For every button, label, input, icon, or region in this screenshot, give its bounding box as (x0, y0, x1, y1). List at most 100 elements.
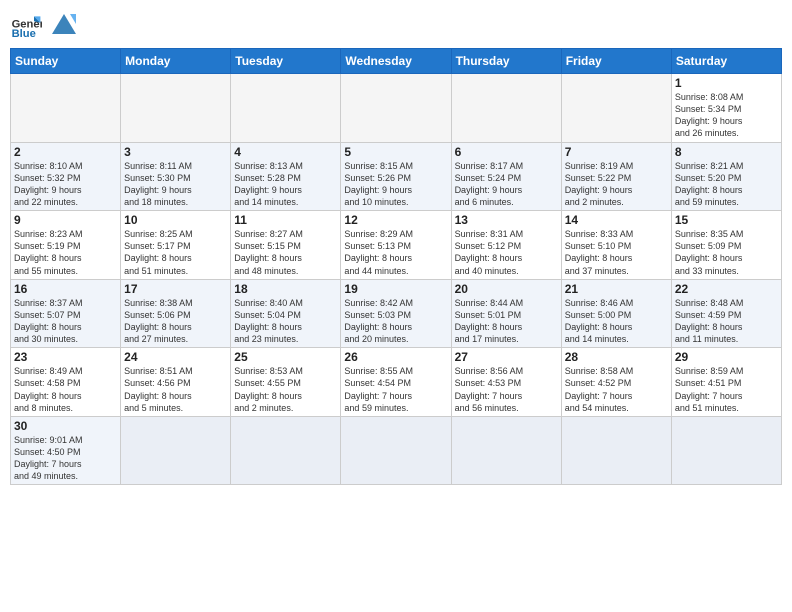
calendar-day-header: Sunday (11, 49, 121, 74)
day-info: Sunrise: 8:29 AM Sunset: 5:13 PM Dayligh… (344, 228, 447, 277)
calendar-day-cell (121, 416, 231, 485)
day-number: 25 (234, 350, 337, 364)
calendar-week-row: 2Sunrise: 8:10 AM Sunset: 5:32 PM Daylig… (11, 142, 782, 211)
day-number: 13 (455, 213, 558, 227)
day-number: 6 (455, 145, 558, 159)
calendar-day-cell (231, 416, 341, 485)
calendar-day-cell: 1Sunrise: 8:08 AM Sunset: 5:34 PM Daylig… (671, 74, 781, 143)
day-info: Sunrise: 8:48 AM Sunset: 4:59 PM Dayligh… (675, 297, 778, 346)
day-info: Sunrise: 8:56 AM Sunset: 4:53 PM Dayligh… (455, 365, 558, 414)
calendar-day-cell: 25Sunrise: 8:53 AM Sunset: 4:55 PM Dayli… (231, 348, 341, 417)
day-info: Sunrise: 8:27 AM Sunset: 5:15 PM Dayligh… (234, 228, 337, 277)
day-number: 24 (124, 350, 227, 364)
day-number: 1 (675, 76, 778, 90)
calendar-day-cell: 2Sunrise: 8:10 AM Sunset: 5:32 PM Daylig… (11, 142, 121, 211)
calendar-week-row: 30Sunrise: 9:01 AM Sunset: 4:50 PM Dayli… (11, 416, 782, 485)
day-number: 17 (124, 282, 227, 296)
day-number: 28 (565, 350, 668, 364)
day-number: 7 (565, 145, 668, 159)
day-number: 15 (675, 213, 778, 227)
svg-text:Blue: Blue (12, 28, 36, 40)
calendar-day-cell: 17Sunrise: 8:38 AM Sunset: 5:06 PM Dayli… (121, 279, 231, 348)
calendar-day-cell (11, 74, 121, 143)
calendar-day-cell: 7Sunrise: 8:19 AM Sunset: 5:22 PM Daylig… (561, 142, 671, 211)
day-info: Sunrise: 8:13 AM Sunset: 5:28 PM Dayligh… (234, 160, 337, 209)
day-number: 9 (14, 213, 117, 227)
day-number: 12 (344, 213, 447, 227)
day-number: 14 (565, 213, 668, 227)
day-number: 11 (234, 213, 337, 227)
calendar-day-cell: 27Sunrise: 8:56 AM Sunset: 4:53 PM Dayli… (451, 348, 561, 417)
calendar-day-cell: 30Sunrise: 9:01 AM Sunset: 4:50 PM Dayli… (11, 416, 121, 485)
calendar-day-cell (231, 74, 341, 143)
calendar-day-cell (341, 74, 451, 143)
calendar-day-cell: 13Sunrise: 8:31 AM Sunset: 5:12 PM Dayli… (451, 211, 561, 280)
calendar-day-cell: 19Sunrise: 8:42 AM Sunset: 5:03 PM Dayli… (341, 279, 451, 348)
day-number: 4 (234, 145, 337, 159)
header: General Blue (10, 10, 782, 42)
calendar-day-cell: 8Sunrise: 8:21 AM Sunset: 5:20 PM Daylig… (671, 142, 781, 211)
calendar-day-cell: 18Sunrise: 8:40 AM Sunset: 5:04 PM Dayli… (231, 279, 341, 348)
calendar-day-header: Tuesday (231, 49, 341, 74)
calendar-week-row: 1Sunrise: 8:08 AM Sunset: 5:34 PM Daylig… (11, 74, 782, 143)
calendar-day-cell (671, 416, 781, 485)
day-info: Sunrise: 8:21 AM Sunset: 5:20 PM Dayligh… (675, 160, 778, 209)
calendar-day-cell: 21Sunrise: 8:46 AM Sunset: 5:00 PM Dayli… (561, 279, 671, 348)
day-number: 16 (14, 282, 117, 296)
day-info: Sunrise: 8:19 AM Sunset: 5:22 PM Dayligh… (565, 160, 668, 209)
calendar-day-cell: 24Sunrise: 8:51 AM Sunset: 4:56 PM Dayli… (121, 348, 231, 417)
calendar-day-cell: 4Sunrise: 8:13 AM Sunset: 5:28 PM Daylig… (231, 142, 341, 211)
calendar-day-cell: 10Sunrise: 8:25 AM Sunset: 5:17 PM Dayli… (121, 211, 231, 280)
day-number: 19 (344, 282, 447, 296)
calendar-day-cell: 12Sunrise: 8:29 AM Sunset: 5:13 PM Dayli… (341, 211, 451, 280)
calendar-week-row: 16Sunrise: 8:37 AM Sunset: 5:07 PM Dayli… (11, 279, 782, 348)
day-info: Sunrise: 8:40 AM Sunset: 5:04 PM Dayligh… (234, 297, 337, 346)
day-info: Sunrise: 8:08 AM Sunset: 5:34 PM Dayligh… (675, 91, 778, 140)
day-info: Sunrise: 8:33 AM Sunset: 5:10 PM Dayligh… (565, 228, 668, 277)
day-info: Sunrise: 8:31 AM Sunset: 5:12 PM Dayligh… (455, 228, 558, 277)
day-info: Sunrise: 8:38 AM Sunset: 5:06 PM Dayligh… (124, 297, 227, 346)
day-info: Sunrise: 8:11 AM Sunset: 5:30 PM Dayligh… (124, 160, 227, 209)
day-number: 10 (124, 213, 227, 227)
calendar-day-cell: 5Sunrise: 8:15 AM Sunset: 5:26 PM Daylig… (341, 142, 451, 211)
day-info: Sunrise: 8:42 AM Sunset: 5:03 PM Dayligh… (344, 297, 447, 346)
calendar-day-cell: 29Sunrise: 8:59 AM Sunset: 4:51 PM Dayli… (671, 348, 781, 417)
day-number: 29 (675, 350, 778, 364)
day-info: Sunrise: 8:15 AM Sunset: 5:26 PM Dayligh… (344, 160, 447, 209)
calendar-day-header: Wednesday (341, 49, 451, 74)
calendar-day-cell: 11Sunrise: 8:27 AM Sunset: 5:15 PM Dayli… (231, 211, 341, 280)
calendar-day-cell: 28Sunrise: 8:58 AM Sunset: 4:52 PM Dayli… (561, 348, 671, 417)
day-info: Sunrise: 8:55 AM Sunset: 4:54 PM Dayligh… (344, 365, 447, 414)
day-info: Sunrise: 8:10 AM Sunset: 5:32 PM Dayligh… (14, 160, 117, 209)
day-number: 30 (14, 419, 117, 433)
day-info: Sunrise: 8:44 AM Sunset: 5:01 PM Dayligh… (455, 297, 558, 346)
day-number: 3 (124, 145, 227, 159)
calendar-header-row: SundayMondayTuesdayWednesdayThursdayFrid… (11, 49, 782, 74)
calendar-day-header: Thursday (451, 49, 561, 74)
day-info: Sunrise: 8:23 AM Sunset: 5:19 PM Dayligh… (14, 228, 117, 277)
calendar-day-cell: 20Sunrise: 8:44 AM Sunset: 5:01 PM Dayli… (451, 279, 561, 348)
calendar-day-header: Monday (121, 49, 231, 74)
calendar-day-cell: 23Sunrise: 8:49 AM Sunset: 4:58 PM Dayli… (11, 348, 121, 417)
day-info: Sunrise: 8:46 AM Sunset: 5:00 PM Dayligh… (565, 297, 668, 346)
day-info: Sunrise: 8:58 AM Sunset: 4:52 PM Dayligh… (565, 365, 668, 414)
day-info: Sunrise: 8:35 AM Sunset: 5:09 PM Dayligh… (675, 228, 778, 277)
calendar-day-cell: 6Sunrise: 8:17 AM Sunset: 5:24 PM Daylig… (451, 142, 561, 211)
logo-icon: General Blue (10, 10, 42, 42)
day-info: Sunrise: 9:01 AM Sunset: 4:50 PM Dayligh… (14, 434, 117, 483)
calendar-day-cell: 22Sunrise: 8:48 AM Sunset: 4:59 PM Dayli… (671, 279, 781, 348)
calendar-day-header: Friday (561, 49, 671, 74)
calendar-week-row: 23Sunrise: 8:49 AM Sunset: 4:58 PM Dayli… (11, 348, 782, 417)
calendar-day-cell: 9Sunrise: 8:23 AM Sunset: 5:19 PM Daylig… (11, 211, 121, 280)
calendar-table: SundayMondayTuesdayWednesdayThursdayFrid… (10, 48, 782, 485)
calendar-day-cell: 3Sunrise: 8:11 AM Sunset: 5:30 PM Daylig… (121, 142, 231, 211)
day-number: 18 (234, 282, 337, 296)
calendar-week-row: 9Sunrise: 8:23 AM Sunset: 5:19 PM Daylig… (11, 211, 782, 280)
day-info: Sunrise: 8:17 AM Sunset: 5:24 PM Dayligh… (455, 160, 558, 209)
day-number: 8 (675, 145, 778, 159)
calendar-day-cell: 14Sunrise: 8:33 AM Sunset: 5:10 PM Dayli… (561, 211, 671, 280)
day-info: Sunrise: 8:49 AM Sunset: 4:58 PM Dayligh… (14, 365, 117, 414)
day-number: 2 (14, 145, 117, 159)
calendar-day-cell (341, 416, 451, 485)
calendar-day-cell: 26Sunrise: 8:55 AM Sunset: 4:54 PM Dayli… (341, 348, 451, 417)
